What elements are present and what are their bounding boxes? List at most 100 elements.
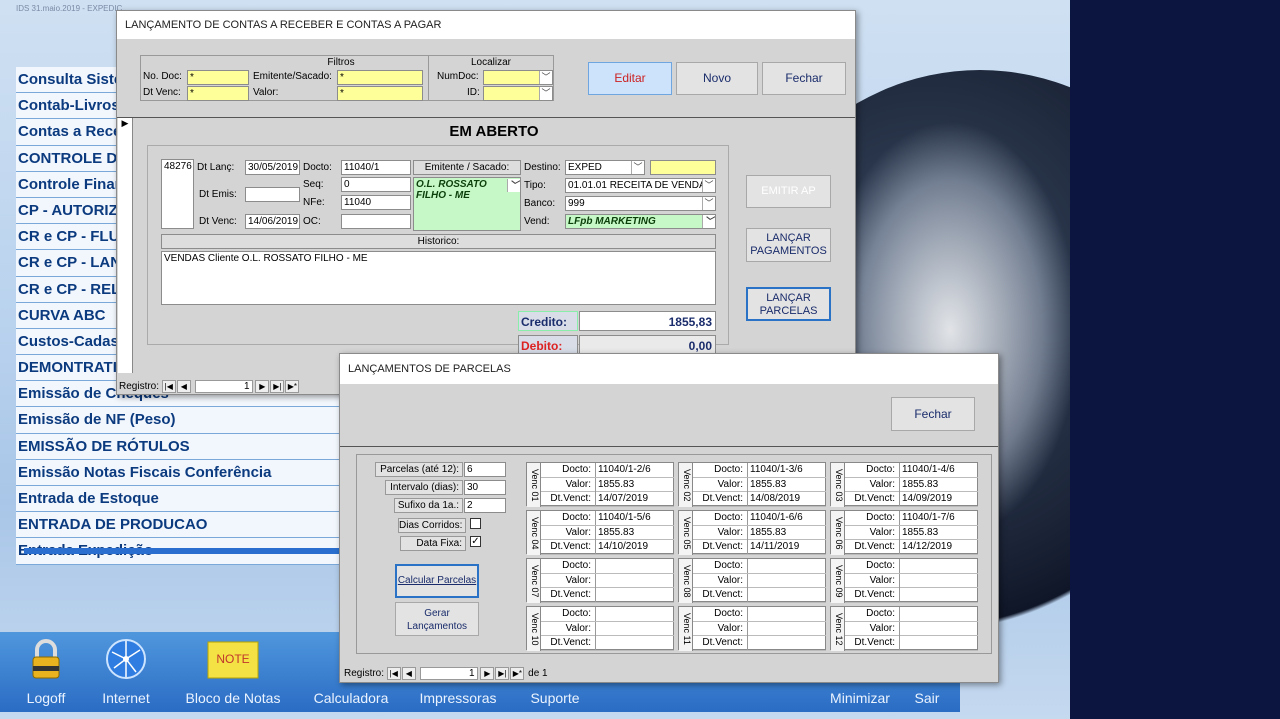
internet-button[interactable]: Internet — [88, 632, 164, 712]
installment-valor-field[interactable] — [747, 621, 826, 636]
chevron-down-icon[interactable]: ﹀ — [702, 215, 715, 228]
chevron-down-icon[interactable]: ﹀ — [539, 71, 552, 84]
installment-valor-field[interactable]: 1855.83 — [747, 477, 826, 492]
record-number-field[interactable]: 1 — [194, 380, 253, 393]
intervalo-field[interactable]: 30 — [464, 480, 506, 495]
installment-docto-field[interactable] — [595, 607, 674, 621]
installment-venc-field[interactable] — [595, 588, 674, 603]
installment-docto-field[interactable]: 11040/1-2/6 — [595, 463, 674, 477]
banco-field[interactable]: 999 ﹀ — [565, 196, 716, 211]
nfe-field[interactable]: 11040 — [341, 195, 411, 210]
first-record-button[interactable]: |◀ — [386, 667, 401, 680]
installment-valor-field[interactable]: 1855.83 — [595, 477, 674, 492]
chevron-down-icon[interactable]: ﹀ — [539, 87, 552, 100]
installments-record-number-field[interactable]: 1 — [419, 667, 478, 680]
installment-docto-field[interactable]: 11040/1-3/6 — [747, 463, 826, 477]
numdoc-field[interactable]: ﹀ — [483, 70, 553, 85]
chevron-down-icon[interactable]: ﹀ — [702, 197, 715, 210]
debito-field[interactable]: 0,00 — [579, 335, 716, 355]
dtvenc-filter-field[interactable]: * — [187, 86, 249, 101]
installment-docto-field[interactable]: 11040/1-6/6 — [747, 511, 826, 525]
dtemis-field[interactable] — [245, 187, 300, 202]
installment-venc-field[interactable]: 14/08/2019 — [747, 492, 826, 507]
edit-button[interactable]: Editar — [588, 62, 672, 95]
prev-record-button[interactable]: ◀ — [176, 380, 191, 393]
installment-docto-field[interactable]: 11040/1-4/6 — [899, 463, 978, 477]
installment-docto-field[interactable] — [899, 559, 978, 573]
menu-item[interactable]: Emissão Notas Fiscais Conferência — [16, 459, 344, 486]
installment-docto-field[interactable] — [899, 607, 978, 621]
installment-venc-field[interactable]: 14/10/2019 — [595, 540, 674, 555]
id-field[interactable]: ﹀ — [483, 86, 553, 101]
installment-docto-field[interactable]: 11040/1-5/6 — [595, 511, 674, 525]
next-record-button[interactable]: ▶ — [255, 380, 270, 393]
parcelas-field[interactable]: 6 — [464, 462, 506, 477]
docto-field[interactable]: 11040/1 — [341, 160, 411, 175]
installment-valor-field[interactable]: 1855.83 — [899, 477, 978, 492]
nodoc-field[interactable]: * — [187, 70, 249, 85]
installment-valor-field[interactable]: 1855.83 — [595, 525, 674, 540]
installment-venc-field[interactable] — [899, 588, 978, 603]
dias-corridos-checkbox[interactable] — [470, 518, 481, 529]
tipo-field[interactable]: 01.01.01 RECEITA DE VENDA ﹀ — [565, 178, 716, 193]
emitente-field[interactable]: O.L. ROSSATO FILHO - ME ﹀ — [413, 177, 521, 231]
last-record-button[interactable]: ▶| — [495, 667, 510, 680]
installment-docto-field[interactable] — [595, 559, 674, 573]
credito-field[interactable]: 1855,83 — [579, 311, 716, 331]
close-button[interactable]: Fechar — [762, 62, 846, 95]
installment-venc-field[interactable]: 14/11/2019 — [747, 540, 826, 555]
new-button[interactable]: Novo — [676, 62, 758, 95]
chevron-down-icon[interactable]: ﹀ — [631, 161, 644, 174]
installment-valor-field[interactable] — [899, 573, 978, 588]
sufixo-field[interactable]: 2 — [464, 498, 506, 513]
logoff-button[interactable]: Logoff — [8, 632, 84, 712]
installment-valor-field[interactable] — [595, 621, 674, 636]
dtvenc-field[interactable]: 14/06/2019 — [245, 214, 300, 229]
destino-extra-field[interactable] — [650, 160, 716, 175]
calculate-installments-button[interactable]: Calcular Parcelas — [395, 564, 479, 598]
oc-field[interactable] — [341, 214, 411, 229]
new-record-button[interactable]: ▶* — [510, 667, 525, 680]
installment-valor-field[interactable] — [747, 573, 826, 588]
installment-venc-field[interactable]: 14/09/2019 — [899, 492, 978, 507]
launch-installments-button[interactable]: LANÇAR PARCELAS — [746, 287, 831, 321]
installment-docto-field[interactable] — [747, 559, 826, 573]
historico-field[interactable]: VENDAS Cliente O.L. ROSSATO FILHO - ME — [161, 251, 716, 305]
installment-docto-field[interactable] — [747, 607, 826, 621]
menu-item[interactable]: Entrada de Estoque — [16, 486, 344, 513]
notes-button[interactable]: NOTE Bloco de Notas — [174, 632, 292, 712]
installment-valor-field[interactable]: 1855.83 — [899, 525, 978, 540]
first-record-button[interactable]: |◀ — [161, 380, 176, 393]
next-record-button[interactable]: ▶ — [480, 667, 495, 680]
vend-field[interactable]: LFpb MARKETING ﹀ — [565, 214, 716, 229]
menu-item[interactable]: EMISSÃO DE RÓTULOS — [16, 433, 344, 460]
installment-venc-field[interactable] — [747, 588, 826, 603]
prev-record-button[interactable]: ◀ — [401, 667, 416, 680]
installment-valor-field[interactable]: 1855.83 — [747, 525, 826, 540]
new-record-button[interactable]: ▶* — [285, 380, 300, 393]
menu-item[interactable]: ENTRADA DE PRODUCAO — [16, 512, 344, 539]
seq-field[interactable]: 0 — [341, 177, 411, 192]
destino-field[interactable]: EXPED ﹀ — [565, 160, 645, 175]
installment-venc-field[interactable] — [747, 636, 826, 651]
valor-filter-field[interactable]: * — [337, 86, 423, 101]
installment-valor-field[interactable] — [595, 573, 674, 588]
emit-ap-button[interactable]: EMITIR AP — [746, 175, 831, 208]
launch-payments-button[interactable]: LANÇAR PAGAMENTOS — [746, 228, 831, 262]
installment-venc-field[interactable] — [899, 636, 978, 651]
record-selector[interactable]: ▶ — [118, 118, 133, 373]
installment-docto-field[interactable]: 11040/1-7/6 — [899, 511, 978, 525]
installment-venc-field[interactable]: 14/12/2019 — [899, 540, 978, 555]
installments-close-button[interactable]: Fechar — [891, 397, 975, 431]
chevron-down-icon[interactable]: ﹀ — [507, 179, 520, 192]
menu-item[interactable]: Emissão de NF (Peso) — [16, 407, 344, 434]
generate-launches-button[interactable]: Gerar Lançamentos — [395, 602, 479, 636]
dtlanc-field[interactable]: 30/05/2019 — [245, 160, 300, 175]
installment-venc-field[interactable] — [595, 636, 674, 651]
installment-venc-field[interactable]: 14/07/2019 — [595, 492, 674, 507]
installment-valor-field[interactable] — [899, 621, 978, 636]
last-record-button[interactable]: ▶| — [270, 380, 285, 393]
chevron-down-icon[interactable]: ﹀ — [702, 179, 715, 192]
emitente-filter-field[interactable]: * — [337, 70, 423, 85]
data-fixa-checkbox[interactable]: ✓ — [470, 536, 481, 547]
